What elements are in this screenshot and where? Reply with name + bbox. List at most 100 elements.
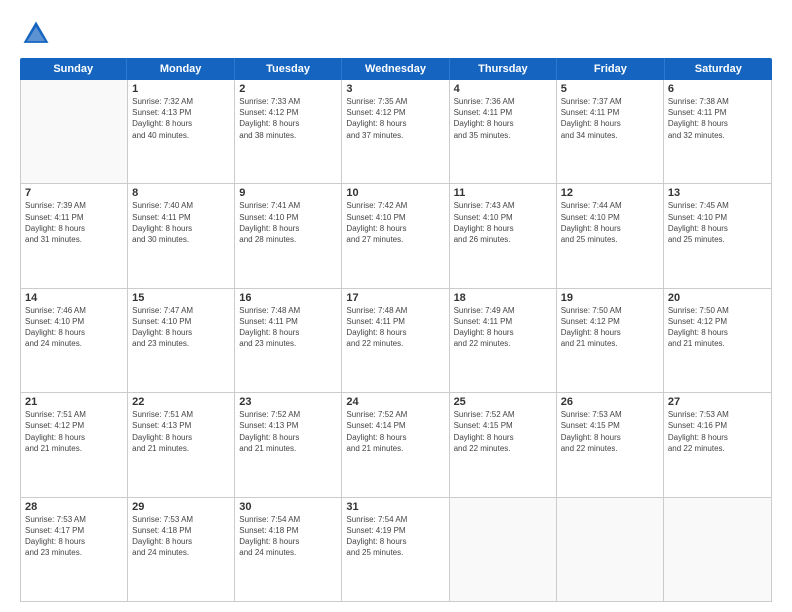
calendar-row-4: 28Sunrise: 7:53 AM Sunset: 4:17 PM Dayli…	[21, 498, 771, 601]
header-day-thursday: Thursday	[450, 58, 557, 80]
calendar-cell-2-2: 16Sunrise: 7:48 AM Sunset: 4:11 PM Dayli…	[235, 289, 342, 392]
calendar-cell-2-4: 18Sunrise: 7:49 AM Sunset: 4:11 PM Dayli…	[450, 289, 557, 392]
calendar-cell-1-2: 9Sunrise: 7:41 AM Sunset: 4:10 PM Daylig…	[235, 184, 342, 287]
cell-content: Sunrise: 7:53 AM Sunset: 4:15 PM Dayligh…	[561, 409, 659, 454]
cell-content: Sunrise: 7:37 AM Sunset: 4:11 PM Dayligh…	[561, 96, 659, 141]
calendar-cell-3-5: 26Sunrise: 7:53 AM Sunset: 4:15 PM Dayli…	[557, 393, 664, 496]
header-day-monday: Monday	[127, 58, 234, 80]
calendar-cell-3-4: 25Sunrise: 7:52 AM Sunset: 4:15 PM Dayli…	[450, 393, 557, 496]
cell-content: Sunrise: 7:51 AM Sunset: 4:13 PM Dayligh…	[132, 409, 230, 454]
header-day-friday: Friday	[557, 58, 664, 80]
day-number: 4	[454, 83, 552, 95]
calendar-cell-3-1: 22Sunrise: 7:51 AM Sunset: 4:13 PM Dayli…	[128, 393, 235, 496]
day-number: 23	[239, 396, 337, 408]
calendar-cell-3-6: 27Sunrise: 7:53 AM Sunset: 4:16 PM Dayli…	[664, 393, 771, 496]
cell-content: Sunrise: 7:54 AM Sunset: 4:19 PM Dayligh…	[346, 514, 444, 559]
calendar-cell-1-4: 11Sunrise: 7:43 AM Sunset: 4:10 PM Dayli…	[450, 184, 557, 287]
cell-content: Sunrise: 7:53 AM Sunset: 4:16 PM Dayligh…	[668, 409, 767, 454]
cell-content: Sunrise: 7:54 AM Sunset: 4:18 PM Dayligh…	[239, 514, 337, 559]
calendar-cell-4-1: 29Sunrise: 7:53 AM Sunset: 4:18 PM Dayli…	[128, 498, 235, 601]
day-number: 1	[132, 83, 230, 95]
cell-content: Sunrise: 7:47 AM Sunset: 4:10 PM Dayligh…	[132, 305, 230, 350]
day-number: 26	[561, 396, 659, 408]
header-day-tuesday: Tuesday	[235, 58, 342, 80]
cell-content: Sunrise: 7:48 AM Sunset: 4:11 PM Dayligh…	[346, 305, 444, 350]
cell-content: Sunrise: 7:53 AM Sunset: 4:17 PM Dayligh…	[25, 514, 123, 559]
cell-content: Sunrise: 7:42 AM Sunset: 4:10 PM Dayligh…	[346, 200, 444, 245]
cell-content: Sunrise: 7:40 AM Sunset: 4:11 PM Dayligh…	[132, 200, 230, 245]
cell-content: Sunrise: 7:49 AM Sunset: 4:11 PM Dayligh…	[454, 305, 552, 350]
cell-content: Sunrise: 7:39 AM Sunset: 4:11 PM Dayligh…	[25, 200, 123, 245]
calendar-cell-0-5: 5Sunrise: 7:37 AM Sunset: 4:11 PM Daylig…	[557, 80, 664, 183]
cell-content: Sunrise: 7:52 AM Sunset: 4:15 PM Dayligh…	[454, 409, 552, 454]
page-header	[20, 18, 772, 50]
cell-content: Sunrise: 7:43 AM Sunset: 4:10 PM Dayligh…	[454, 200, 552, 245]
calendar-cell-1-5: 12Sunrise: 7:44 AM Sunset: 4:10 PM Dayli…	[557, 184, 664, 287]
day-number: 2	[239, 83, 337, 95]
cell-content: Sunrise: 7:38 AM Sunset: 4:11 PM Dayligh…	[668, 96, 767, 141]
cell-content: Sunrise: 7:41 AM Sunset: 4:10 PM Dayligh…	[239, 200, 337, 245]
calendar-cell-2-0: 14Sunrise: 7:46 AM Sunset: 4:10 PM Dayli…	[21, 289, 128, 392]
calendar-cell-2-3: 17Sunrise: 7:48 AM Sunset: 4:11 PM Dayli…	[342, 289, 449, 392]
day-number: 6	[668, 83, 767, 95]
day-number: 25	[454, 396, 552, 408]
header-day-sunday: Sunday	[20, 58, 127, 80]
cell-content: Sunrise: 7:52 AM Sunset: 4:14 PM Dayligh…	[346, 409, 444, 454]
cell-content: Sunrise: 7:53 AM Sunset: 4:18 PM Dayligh…	[132, 514, 230, 559]
calendar-row-0: 1Sunrise: 7:32 AM Sunset: 4:13 PM Daylig…	[21, 80, 771, 184]
calendar-body: 1Sunrise: 7:32 AM Sunset: 4:13 PM Daylig…	[20, 80, 772, 602]
day-number: 21	[25, 396, 123, 408]
calendar-cell-3-3: 24Sunrise: 7:52 AM Sunset: 4:14 PM Dayli…	[342, 393, 449, 496]
day-number: 20	[668, 292, 767, 304]
header-day-saturday: Saturday	[665, 58, 772, 80]
day-number: 19	[561, 292, 659, 304]
day-number: 3	[346, 83, 444, 95]
cell-content: Sunrise: 7:52 AM Sunset: 4:13 PM Dayligh…	[239, 409, 337, 454]
calendar-cell-2-1: 15Sunrise: 7:47 AM Sunset: 4:10 PM Dayli…	[128, 289, 235, 392]
cell-content: Sunrise: 7:51 AM Sunset: 4:12 PM Dayligh…	[25, 409, 123, 454]
day-number: 24	[346, 396, 444, 408]
day-number: 7	[25, 187, 123, 199]
logo-icon	[20, 18, 52, 50]
calendar-cell-4-0: 28Sunrise: 7:53 AM Sunset: 4:17 PM Dayli…	[21, 498, 128, 601]
cell-content: Sunrise: 7:36 AM Sunset: 4:11 PM Dayligh…	[454, 96, 552, 141]
calendar: SundayMondayTuesdayWednesdayThursdayFrid…	[20, 58, 772, 602]
day-number: 17	[346, 292, 444, 304]
calendar-row-3: 21Sunrise: 7:51 AM Sunset: 4:12 PM Dayli…	[21, 393, 771, 497]
calendar-cell-1-0: 7Sunrise: 7:39 AM Sunset: 4:11 PM Daylig…	[21, 184, 128, 287]
day-number: 8	[132, 187, 230, 199]
calendar-cell-0-2: 2Sunrise: 7:33 AM Sunset: 4:12 PM Daylig…	[235, 80, 342, 183]
calendar-cell-2-6: 20Sunrise: 7:50 AM Sunset: 4:12 PM Dayli…	[664, 289, 771, 392]
cell-content: Sunrise: 7:35 AM Sunset: 4:12 PM Dayligh…	[346, 96, 444, 141]
cell-content: Sunrise: 7:32 AM Sunset: 4:13 PM Dayligh…	[132, 96, 230, 141]
day-number: 28	[25, 501, 123, 513]
day-number: 9	[239, 187, 337, 199]
day-number: 16	[239, 292, 337, 304]
logo	[20, 18, 58, 50]
calendar-cell-4-2: 30Sunrise: 7:54 AM Sunset: 4:18 PM Dayli…	[235, 498, 342, 601]
cell-content: Sunrise: 7:46 AM Sunset: 4:10 PM Dayligh…	[25, 305, 123, 350]
calendar-row-2: 14Sunrise: 7:46 AM Sunset: 4:10 PM Dayli…	[21, 289, 771, 393]
calendar-cell-3-2: 23Sunrise: 7:52 AM Sunset: 4:13 PM Dayli…	[235, 393, 342, 496]
calendar-row-1: 7Sunrise: 7:39 AM Sunset: 4:11 PM Daylig…	[21, 184, 771, 288]
day-number: 27	[668, 396, 767, 408]
day-number: 29	[132, 501, 230, 513]
cell-content: Sunrise: 7:44 AM Sunset: 4:10 PM Dayligh…	[561, 200, 659, 245]
calendar-cell-1-1: 8Sunrise: 7:40 AM Sunset: 4:11 PM Daylig…	[128, 184, 235, 287]
calendar-cell-2-5: 19Sunrise: 7:50 AM Sunset: 4:12 PM Dayli…	[557, 289, 664, 392]
calendar-header: SundayMondayTuesdayWednesdayThursdayFrid…	[20, 58, 772, 80]
calendar-cell-0-3: 3Sunrise: 7:35 AM Sunset: 4:12 PM Daylig…	[342, 80, 449, 183]
cell-content: Sunrise: 7:48 AM Sunset: 4:11 PM Dayligh…	[239, 305, 337, 350]
day-number: 30	[239, 501, 337, 513]
calendar-cell-4-4	[450, 498, 557, 601]
calendar-cell-0-6: 6Sunrise: 7:38 AM Sunset: 4:11 PM Daylig…	[664, 80, 771, 183]
day-number: 14	[25, 292, 123, 304]
calendar-cell-4-5	[557, 498, 664, 601]
calendar-cell-0-0	[21, 80, 128, 183]
day-number: 12	[561, 187, 659, 199]
calendar-cell-4-3: 31Sunrise: 7:54 AM Sunset: 4:19 PM Dayli…	[342, 498, 449, 601]
cell-content: Sunrise: 7:33 AM Sunset: 4:12 PM Dayligh…	[239, 96, 337, 141]
day-number: 18	[454, 292, 552, 304]
day-number: 11	[454, 187, 552, 199]
cell-content: Sunrise: 7:50 AM Sunset: 4:12 PM Dayligh…	[668, 305, 767, 350]
